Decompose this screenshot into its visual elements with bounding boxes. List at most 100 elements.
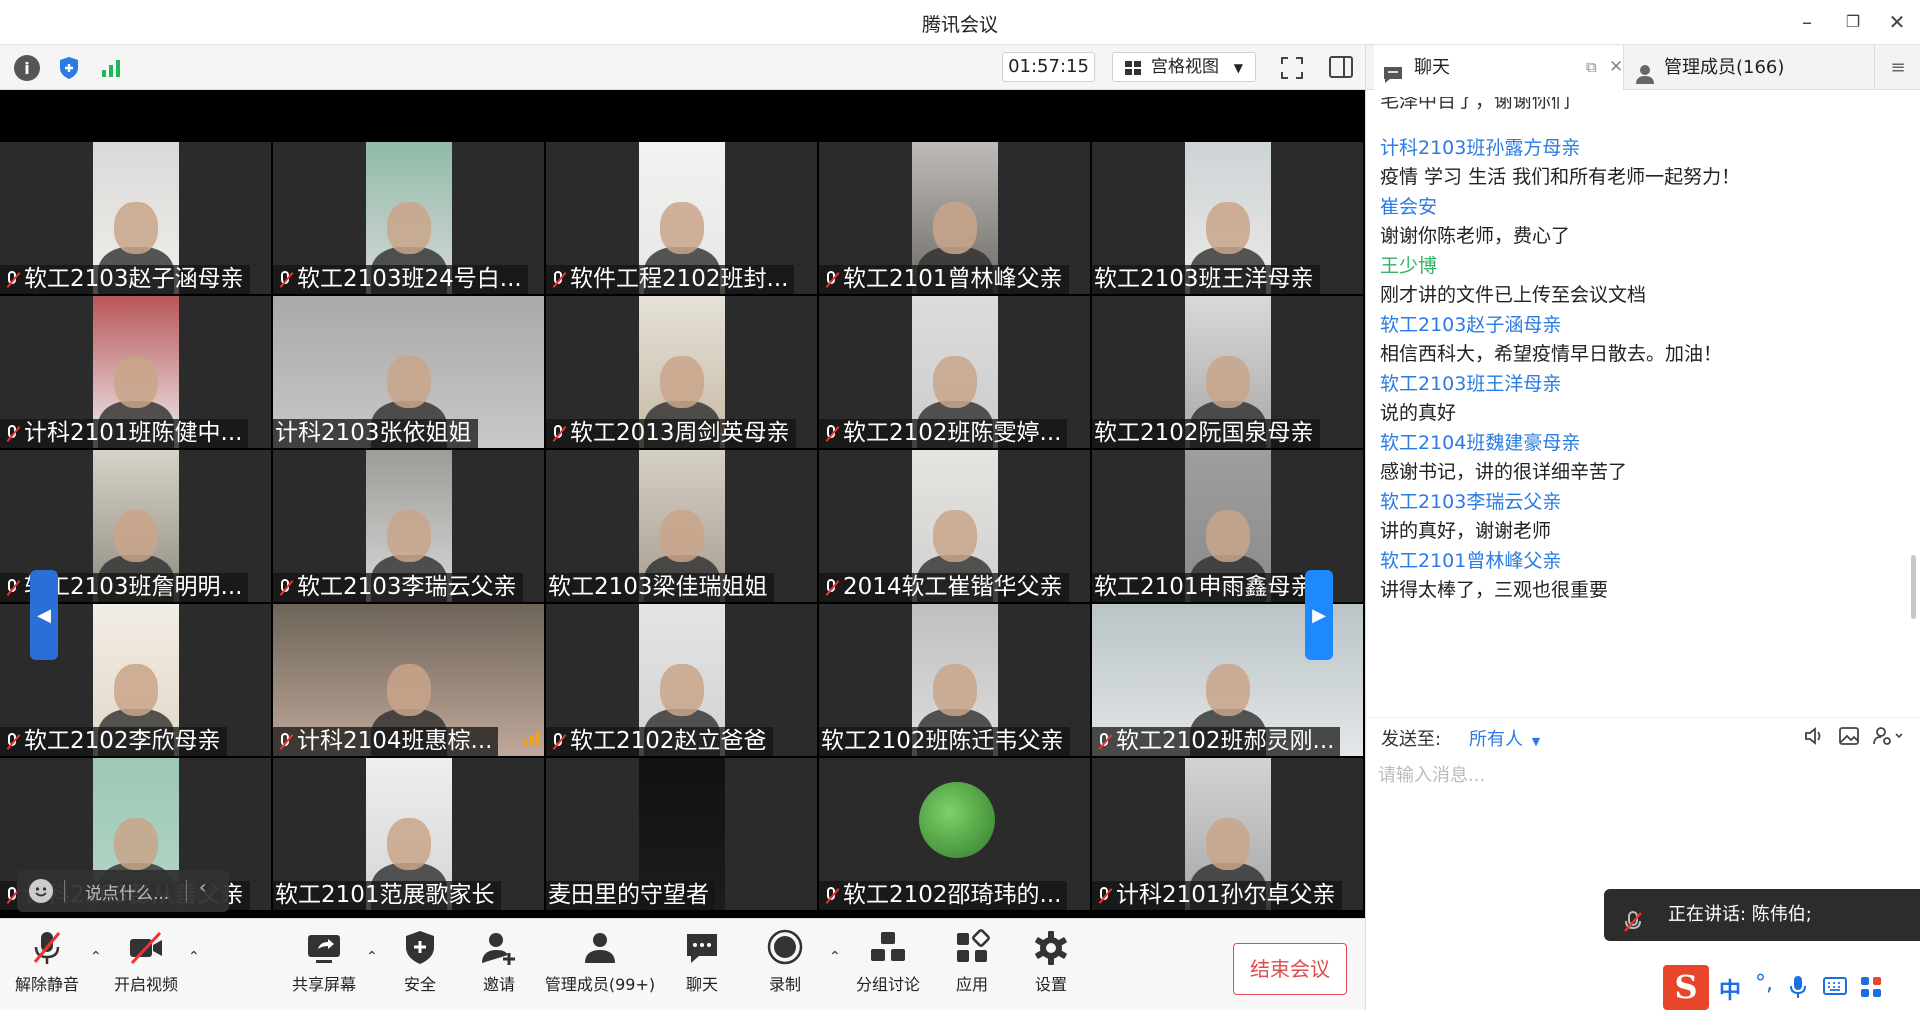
participant-tile[interactable]: 软工2101曾林峰父亲	[819, 142, 1090, 294]
chat-sender[interactable]: 软工2103班王洋母亲	[1380, 369, 1561, 396]
invite-button[interactable]: 邀请	[454, 929, 544, 1007]
voice-input-icon[interactable]	[1789, 975, 1807, 1003]
prev-page-icon[interactable]: ◀	[30, 570, 58, 660]
participant-tile[interactable]: 软工2102邵琦玮的...	[819, 758, 1090, 910]
message-input[interactable]	[1378, 755, 1898, 795]
shield-icon[interactable]	[56, 55, 82, 81]
participant-figure	[660, 356, 704, 408]
chat-sender[interactable]: 崔会安	[1380, 192, 1437, 219]
participant-tile[interactable]: 计科2101班陈健中...	[0, 296, 271, 448]
tab-chat[interactable]: 聊天 ⧉ ✕	[1374, 45, 1624, 90]
chat-sender[interactable]: 软工2103李瑞云父亲	[1380, 487, 1561, 514]
view-mode-dropdown[interactable]: 宫格视图 ▼	[1112, 52, 1256, 82]
participant-tile[interactable]: 软工2102班陈迁韦父亲	[819, 604, 1090, 756]
send-to-dropdown[interactable]: 所有人 ▼	[1469, 725, 1540, 751]
participant-tile[interactable]: 软件工程2102班封...	[546, 142, 817, 294]
participant-figure	[660, 510, 704, 562]
apps-label: 应用	[955, 975, 988, 994]
chat-button[interactable]: 聊天	[657, 929, 747, 1007]
participant-tile[interactable]: 软工2103梁佳瑞姐姐	[546, 450, 817, 602]
mic-muted-icon	[27, 929, 67, 967]
gear-icon	[1031, 929, 1071, 967]
chat-message-text: 刚才讲的文件已上传至会议文档	[1380, 284, 1647, 306]
chat-label: 聊天	[685, 975, 718, 994]
quick-chat-bar[interactable]: 说点什么... ‹	[17, 870, 229, 912]
participant-tile[interactable]: 麦田里的守望者	[546, 758, 817, 910]
participant-tile[interactable]: 计科2101孙尔卓父亲	[1092, 758, 1363, 910]
participant-tile[interactable]: 软工2102阮国泉母亲	[1092, 296, 1363, 448]
participant-tile[interactable]: 软工2103班24号白...	[273, 142, 544, 294]
participant-figure	[660, 664, 704, 716]
participant-figure	[1206, 356, 1250, 408]
ime-logo-icon[interactable]: S	[1663, 965, 1709, 1010]
participant-name: 软工2102李欣母亲	[24, 728, 221, 754]
mic-muted-icon	[275, 577, 295, 599]
ime-language-toggle[interactable]: 中	[1719, 973, 1741, 1005]
chat-sender[interactable]: 王少博	[1380, 251, 1437, 278]
participant-tile[interactable]: 计科2103张依姐姐	[273, 296, 544, 448]
chat-message-list[interactable]: 毛泽中百了，谢谢你们 计科2103班孙露方母亲 疫情 学习 生活 我们和所有老师一…	[1366, 90, 1920, 715]
record-button[interactable]: 录制	[740, 929, 830, 1007]
menu-icon[interactable]: ≡	[1874, 45, 1920, 90]
settings-label: 设置	[1034, 975, 1067, 994]
chat-sender[interactable]: 计科2103班孙露方母亲	[1380, 133, 1580, 160]
chevron-up-icon[interactable]: ⌃	[829, 949, 843, 965]
info-icon[interactable]: i	[14, 55, 40, 81]
manage-members-button[interactable]: 管理成员(99+)	[540, 929, 660, 1007]
participant-tile[interactable]: 软工2102赵立爸爸	[546, 604, 817, 756]
minimize-icon[interactable]: –	[1790, 8, 1824, 36]
signal-icon[interactable]	[98, 55, 124, 81]
participant-figure	[1205, 664, 1250, 716]
audio-level-icon	[524, 731, 540, 750]
participant-tile[interactable]: 软工2013周剑英母亲	[546, 296, 817, 448]
apps-button[interactable]: 应用	[927, 929, 1017, 1007]
participant-tile[interactable]: 软工2103班王洋母亲	[1092, 142, 1363, 294]
settings-button[interactable]: 设置	[1006, 929, 1096, 1007]
unmute-button[interactable]: 解除静音	[2, 929, 92, 1007]
mention-icon[interactable]	[1872, 725, 1904, 751]
toolbox-icon[interactable]	[1860, 976, 1882, 1002]
participant-tile[interactable]: 软工2102班陈雯婷...	[819, 296, 1090, 448]
chevron-up-icon[interactable]: ⌃	[188, 949, 202, 965]
keyboard-icon[interactable]	[1823, 977, 1847, 999]
chat-sender[interactable]: 软工2103赵子涵母亲	[1380, 310, 1561, 337]
share-screen-button[interactable]: 共享屏幕	[279, 929, 369, 1007]
chat-sender[interactable]: 软工2104班魏建豪母亲	[1380, 428, 1580, 455]
breakout-button[interactable]: 分组讨论	[843, 929, 933, 1007]
participant-tile[interactable]: 2014软工崔锴华父亲	[819, 450, 1090, 602]
participant-name-tag: 软工2102班陈雯婷...	[819, 419, 1068, 448]
chevron-left-icon[interactable]: ‹	[199, 877, 206, 898]
avatar	[919, 782, 995, 858]
tab-members[interactable]: 管理成员(166)	[1624, 45, 1874, 90]
mic-muted-icon	[1094, 885, 1114, 907]
video-toolbar: i 01:57:15 宫格视图 ▼	[0, 45, 1365, 90]
speaker-icon[interactable]	[1803, 726, 1825, 750]
end-meeting-button[interactable]: 结束会议	[1233, 943, 1347, 995]
fullscreen-icon[interactable]	[1278, 54, 1306, 82]
participant-tile[interactable]: 软工2101范展歌家长	[273, 758, 544, 910]
participant-tile[interactable]: 软工2103李瑞云父亲	[273, 450, 544, 602]
security-button[interactable]: 安全	[375, 929, 465, 1007]
participant-name: 计科2101孙尔卓父亲	[1116, 882, 1336, 908]
start-video-button[interactable]: 开启视频	[101, 929, 191, 1007]
next-page-icon[interactable]: ▶	[1305, 570, 1333, 660]
breakout-icon	[868, 929, 908, 967]
popout-icon[interactable]: ⧉	[1586, 45, 1597, 90]
image-icon[interactable]	[1838, 726, 1860, 750]
chat-sender[interactable]: 软工2101曾林峰父亲	[1380, 546, 1561, 573]
participant-name: 软工2102班陈迁韦父亲	[821, 728, 1064, 754]
punctuation-icon[interactable]: °,	[1755, 971, 1773, 996]
sidebar-toggle-icon[interactable]	[1328, 54, 1356, 82]
chat-scrollbar[interactable]	[1911, 555, 1916, 619]
mic-muted-icon	[548, 731, 568, 753]
quick-chat-placeholder: 说点什么...	[85, 884, 170, 904]
close-icon[interactable]: ✕	[1609, 45, 1623, 90]
mic-muted-icon	[821, 423, 841, 445]
participant-tile[interactable]: 软工2103赵子涵母亲	[0, 142, 271, 294]
restore-icon[interactable]: ❐	[1836, 8, 1870, 36]
close-icon[interactable]: ✕	[1880, 8, 1914, 36]
manage-members-label: 管理成员(99+)	[544, 975, 656, 994]
emoji-icon[interactable]	[29, 879, 53, 903]
participant-name-tag: 计科2101孙尔卓父亲	[1092, 881, 1342, 910]
participant-tile[interactable]: 计科2104班惠棕...	[273, 604, 544, 756]
